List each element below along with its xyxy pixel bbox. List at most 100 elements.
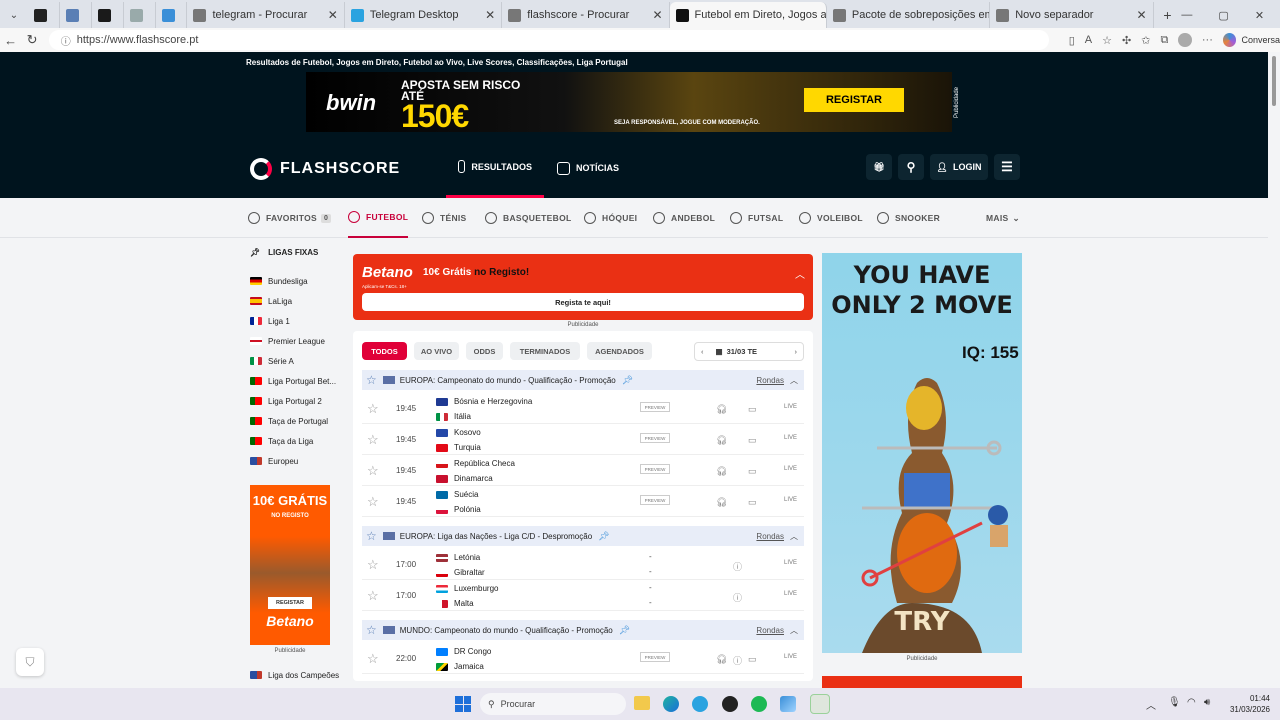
minimize-icon[interactable]: — bbox=[1181, 9, 1192, 21]
taskbar-search[interactable]: ⚲ Procurar bbox=[480, 693, 626, 715]
team-home[interactable]: Kosovo bbox=[436, 428, 481, 437]
league-item[interactable]: Taça da Liga bbox=[250, 431, 345, 451]
league-item[interactable]: LaLiga bbox=[250, 291, 345, 311]
volume-icon[interactable]: 🔊︎ bbox=[1204, 697, 1210, 708]
menu-button[interactable]: ☰ bbox=[994, 154, 1020, 180]
live-badge[interactable]: LIVE bbox=[784, 654, 797, 660]
live-badge[interactable]: LIVE bbox=[784, 560, 797, 566]
date-picker[interactable]: ‹ ▦ 31/03 TE › bbox=[694, 342, 804, 361]
telegram-icon[interactable] bbox=[692, 696, 708, 712]
github-icon[interactable] bbox=[722, 696, 738, 712]
sport-futebol[interactable]: FUTEBOL bbox=[348, 198, 409, 238]
close-tab-icon[interactable]: ✕ bbox=[324, 8, 338, 22]
sport-andebol[interactable]: ANDEBOL bbox=[653, 198, 715, 238]
read-aloud-icon[interactable]: A bbox=[1085, 34, 1092, 46]
favorite-star-icon[interactable]: ☆ bbox=[367, 588, 379, 604]
team-away[interactable]: Dinamarca bbox=[436, 474, 493, 483]
bwin-banner-ad[interactable]: bwin APOSTA SEM RISCO ATÉ 150€ REGISTAR S… bbox=[306, 72, 952, 132]
nav-noticias[interactable]: NOTÍCIAS bbox=[545, 138, 631, 198]
live-badge[interactable]: LIVE bbox=[784, 435, 797, 441]
league-item[interactable]: Liga Portugal Bet... bbox=[250, 371, 345, 391]
scroll-thumb[interactable] bbox=[1272, 56, 1276, 106]
browser-tab[interactable] bbox=[156, 2, 188, 28]
live-badge[interactable]: LIVE bbox=[784, 466, 797, 472]
banner-register-button[interactable]: REGISTAR bbox=[804, 88, 904, 112]
info-icon[interactable]: ⓘ bbox=[733, 654, 742, 667]
favorite-star-icon[interactable]: ☆ bbox=[367, 494, 379, 510]
reload-icon[interactable]: ↻ bbox=[21, 32, 42, 48]
collapse-chevron-icon[interactable]: ︿ bbox=[790, 375, 798, 386]
league-item[interactable]: Bundesliga bbox=[250, 271, 345, 291]
team-home[interactable]: Bósnia e Herzegovina bbox=[436, 397, 532, 406]
sport-mais[interactable]: MAIS ⌄ bbox=[986, 198, 1020, 238]
new-tab-button[interactable]: + bbox=[1154, 2, 1182, 28]
team-home[interactable]: Letónia bbox=[436, 553, 480, 562]
match-row[interactable]: ☆ 19:45 Suécia Polónia PREVIEW 🎧︎ ▭ LIVE bbox=[362, 486, 804, 517]
favorite-star-icon[interactable]: ☆ bbox=[367, 401, 379, 417]
league-item[interactable]: Europeu bbox=[250, 451, 345, 471]
league-liga-campeoes[interactable]: Liga dos Campeões bbox=[250, 665, 339, 685]
split-screen-icon[interactable]: ▯ bbox=[1069, 34, 1075, 47]
nav-resultados[interactable]: RESULTADOS bbox=[446, 138, 544, 198]
favorite-star-icon[interactable]: ☆ bbox=[367, 557, 379, 573]
audio-icon[interactable]: 🎧︎ bbox=[716, 466, 727, 477]
browser-tab[interactable]: Futebol em Direto, Jogos ao Vivo✕ bbox=[669, 2, 827, 28]
filter-todos[interactable]: TODOS bbox=[362, 342, 407, 360]
league-item[interactable]: Liga Portugal 2 bbox=[250, 391, 345, 411]
tv-icon[interactable]: ▭ bbox=[748, 404, 757, 415]
pin-icon[interactable]: 📌︎ bbox=[598, 531, 609, 542]
sport-voleibol[interactable]: VOLEIBOL bbox=[799, 198, 863, 238]
url-field[interactable]: ⓘ https://www.flashscore.pt bbox=[48, 30, 1049, 50]
conversa-label[interactable]: Conversa bbox=[1241, 35, 1280, 45]
betano-register-button[interactable]: Regista te aqui! bbox=[362, 293, 804, 311]
live-badge[interactable]: LIVE bbox=[784, 404, 797, 410]
gift-button[interactable]: 🎁︎ bbox=[866, 154, 892, 180]
browser-tab[interactable] bbox=[92, 2, 124, 28]
collapse-chevron-icon[interactable]: ︿ bbox=[795, 266, 805, 281]
favorites-icon[interactable]: ✩ bbox=[1141, 34, 1150, 47]
browser-tab[interactable] bbox=[60, 2, 92, 28]
game-ad-try[interactable]: TRY bbox=[822, 607, 1022, 637]
file-explorer-icon[interactable] bbox=[634, 696, 650, 710]
pin-icon[interactable]: 📌︎ bbox=[622, 375, 633, 386]
back-icon[interactable]: ← bbox=[0, 33, 21, 48]
sport-futsal[interactable]: FUTSAL bbox=[730, 198, 783, 238]
photos-icon[interactable] bbox=[780, 696, 796, 712]
close-tab-icon[interactable]: ✕ bbox=[1132, 8, 1146, 22]
side-ad-register-button[interactable]: REGISTAR bbox=[268, 597, 312, 609]
clock[interactable]: 01:44 31/03/2026 bbox=[1222, 693, 1270, 715]
match-row[interactable]: ☆ 19:45 República Checa Dinamarca PREVIEW 🎧︎ ▭… bbox=[362, 455, 804, 486]
browser-tab[interactable]: Telegram Desktop ✕ bbox=[345, 2, 503, 28]
next-day-icon[interactable]: › bbox=[795, 347, 798, 356]
team-away[interactable]: Jamaica bbox=[436, 662, 484, 671]
browser-tab[interactable] bbox=[124, 2, 156, 28]
sport-basquetebol[interactable]: BASQUETEBOL bbox=[485, 198, 571, 238]
team-away[interactable]: Itália bbox=[436, 412, 471, 421]
favorite-star-icon[interactable]: ☆ bbox=[367, 463, 379, 479]
sport-tenis[interactable]: TÉNIS bbox=[422, 198, 467, 238]
page-scrollbar[interactable] bbox=[1268, 52, 1280, 688]
profile-avatar[interactable] bbox=[1178, 33, 1192, 47]
match-row[interactable]: ☆ 17:00 Luxemburgo Malta - - ⓘ LIVE bbox=[362, 580, 804, 611]
rondas-link[interactable]: Rondas bbox=[756, 376, 784, 385]
audio-icon[interactable]: 🎧︎ bbox=[716, 404, 727, 415]
league-item[interactable]: Taça de Portugal bbox=[250, 411, 345, 431]
tray-chevron-icon[interactable]: ︿ bbox=[1146, 697, 1156, 712]
team-home[interactable]: DR Congo bbox=[436, 647, 491, 656]
sport-favoritos[interactable]: FAVORITOS 0 bbox=[248, 198, 332, 238]
collections-icon[interactable]: ⧉ bbox=[1160, 34, 1168, 47]
preview-badge[interactable]: PREVIEW bbox=[640, 402, 670, 412]
game-ad[interactable]: YOU HAVE ONLY 2 MOVE IQ: 155 TRY bbox=[822, 253, 1022, 653]
extensions-icon[interactable]: ✣ bbox=[1122, 34, 1131, 47]
favorite-star-icon[interactable]: ☆ bbox=[367, 651, 379, 667]
league-item[interactable]: Liga 1 bbox=[250, 311, 345, 331]
collapse-chevron-icon[interactable]: ︿ bbox=[790, 625, 798, 636]
favorite-star-icon[interactable]: ☆ bbox=[366, 529, 377, 543]
filter-agendados[interactable]: AGENDADOS bbox=[587, 342, 652, 360]
collapse-chevron-icon[interactable]: ︿ bbox=[790, 531, 798, 542]
team-away[interactable]: Gibraltar bbox=[436, 568, 485, 577]
info-icon[interactable]: ⓘ bbox=[733, 591, 742, 604]
sport-snooker[interactable]: SNOOKER bbox=[877, 198, 940, 238]
favorite-star-icon[interactable]: ☆ bbox=[367, 432, 379, 448]
browser-tab[interactable]: Novo separador ✕ bbox=[990, 2, 1154, 28]
